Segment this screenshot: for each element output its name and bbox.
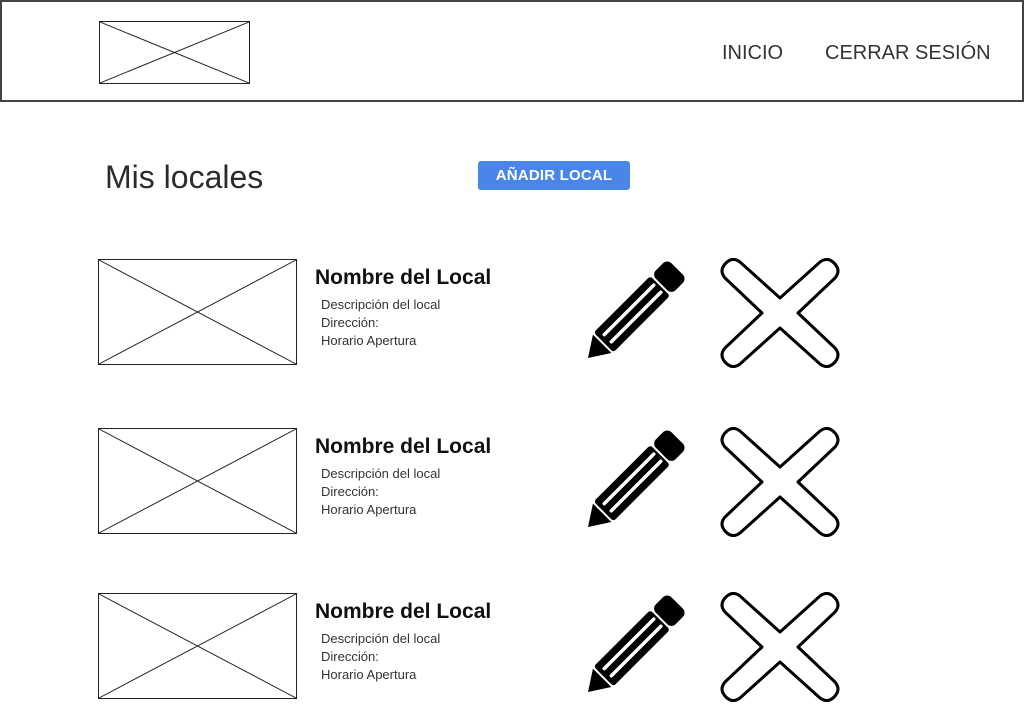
local-row: Nombre del Local Descripción del local D… [0, 258, 1024, 388]
local-hours: Horario Apertura [321, 502, 417, 517]
local-name: Nombre del Local [315, 266, 492, 289]
nav-logout-link[interactable]: CERRAR SESIÓN [825, 41, 991, 65]
local-thumbnail-placeholder-icon [98, 428, 297, 534]
top-header: INICIO CERRAR SESIÓN [0, 0, 1024, 102]
local-thumbnail-placeholder-icon [98, 259, 297, 365]
local-address: Dirección: [321, 315, 379, 330]
edit-pencil-icon[interactable] [580, 258, 692, 366]
local-address: Dirección: [321, 484, 379, 499]
local-name: Nombre del Local [315, 600, 492, 623]
local-description: Descripción del local [321, 297, 441, 312]
delete-close-icon[interactable] [717, 258, 843, 368]
logo-placeholder-icon[interactable] [99, 21, 250, 84]
nav-inicio-link[interactable]: INICIO [722, 41, 783, 65]
local-thumbnail-placeholder-icon [98, 593, 297, 699]
delete-close-icon[interactable] [717, 592, 843, 702]
local-name: Nombre del Local [315, 435, 492, 458]
local-description: Descripción del local [321, 631, 441, 646]
local-hours: Horario Apertura [321, 667, 417, 682]
local-address: Dirección: [321, 649, 379, 664]
page: INICIO CERRAR SESIÓN Mis locales AÑADIR … [0, 0, 1024, 716]
local-row: Nombre del Local Descripción del local D… [0, 592, 1024, 716]
delete-close-icon[interactable] [717, 427, 843, 537]
local-description: Descripción del local [321, 466, 441, 481]
edit-pencil-icon[interactable] [580, 427, 692, 535]
local-row: Nombre del Local Descripción del local D… [0, 427, 1024, 557]
local-hours: Horario Apertura [321, 333, 417, 348]
add-local-button[interactable]: AÑADIR LOCAL [478, 161, 630, 190]
page-title: Mis locales [105, 159, 264, 195]
edit-pencil-icon[interactable] [580, 592, 692, 700]
